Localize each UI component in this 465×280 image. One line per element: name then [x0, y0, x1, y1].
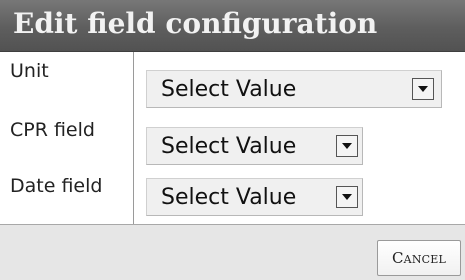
cpr-field-select[interactable]: Select Value	[146, 127, 363, 165]
edit-field-configuration-dialog: Edit field configuration Unit Select Val…	[0, 0, 465, 280]
dialog-title: Edit field configuration	[13, 7, 378, 40]
dialog-footer: Cancel	[0, 224, 465, 280]
date-field-label: Date field	[10, 175, 103, 197]
date-field-select-value: Select Value	[161, 185, 297, 210]
chevron-down-icon	[342, 143, 352, 149]
dialog-title-bar: Edit field configuration	[0, 0, 465, 52]
unit-label: Unit	[10, 60, 49, 82]
unit-select-dropdown-button[interactable]	[412, 78, 434, 100]
date-field-select[interactable]: Select Value	[146, 178, 363, 216]
unit-select-value: Select Value	[161, 77, 297, 102]
column-divider	[133, 52, 134, 224]
chevron-down-icon	[342, 194, 352, 200]
date-field-select-dropdown-button[interactable]	[336, 186, 358, 208]
unit-select[interactable]: Select Value	[146, 70, 442, 108]
chevron-down-icon	[418, 86, 428, 92]
cpr-field-select-dropdown-button[interactable]	[336, 135, 358, 157]
cpr-field-label: CPR field	[10, 119, 95, 141]
cancel-button[interactable]: Cancel	[377, 240, 461, 276]
cpr-field-select-value: Select Value	[161, 134, 297, 159]
